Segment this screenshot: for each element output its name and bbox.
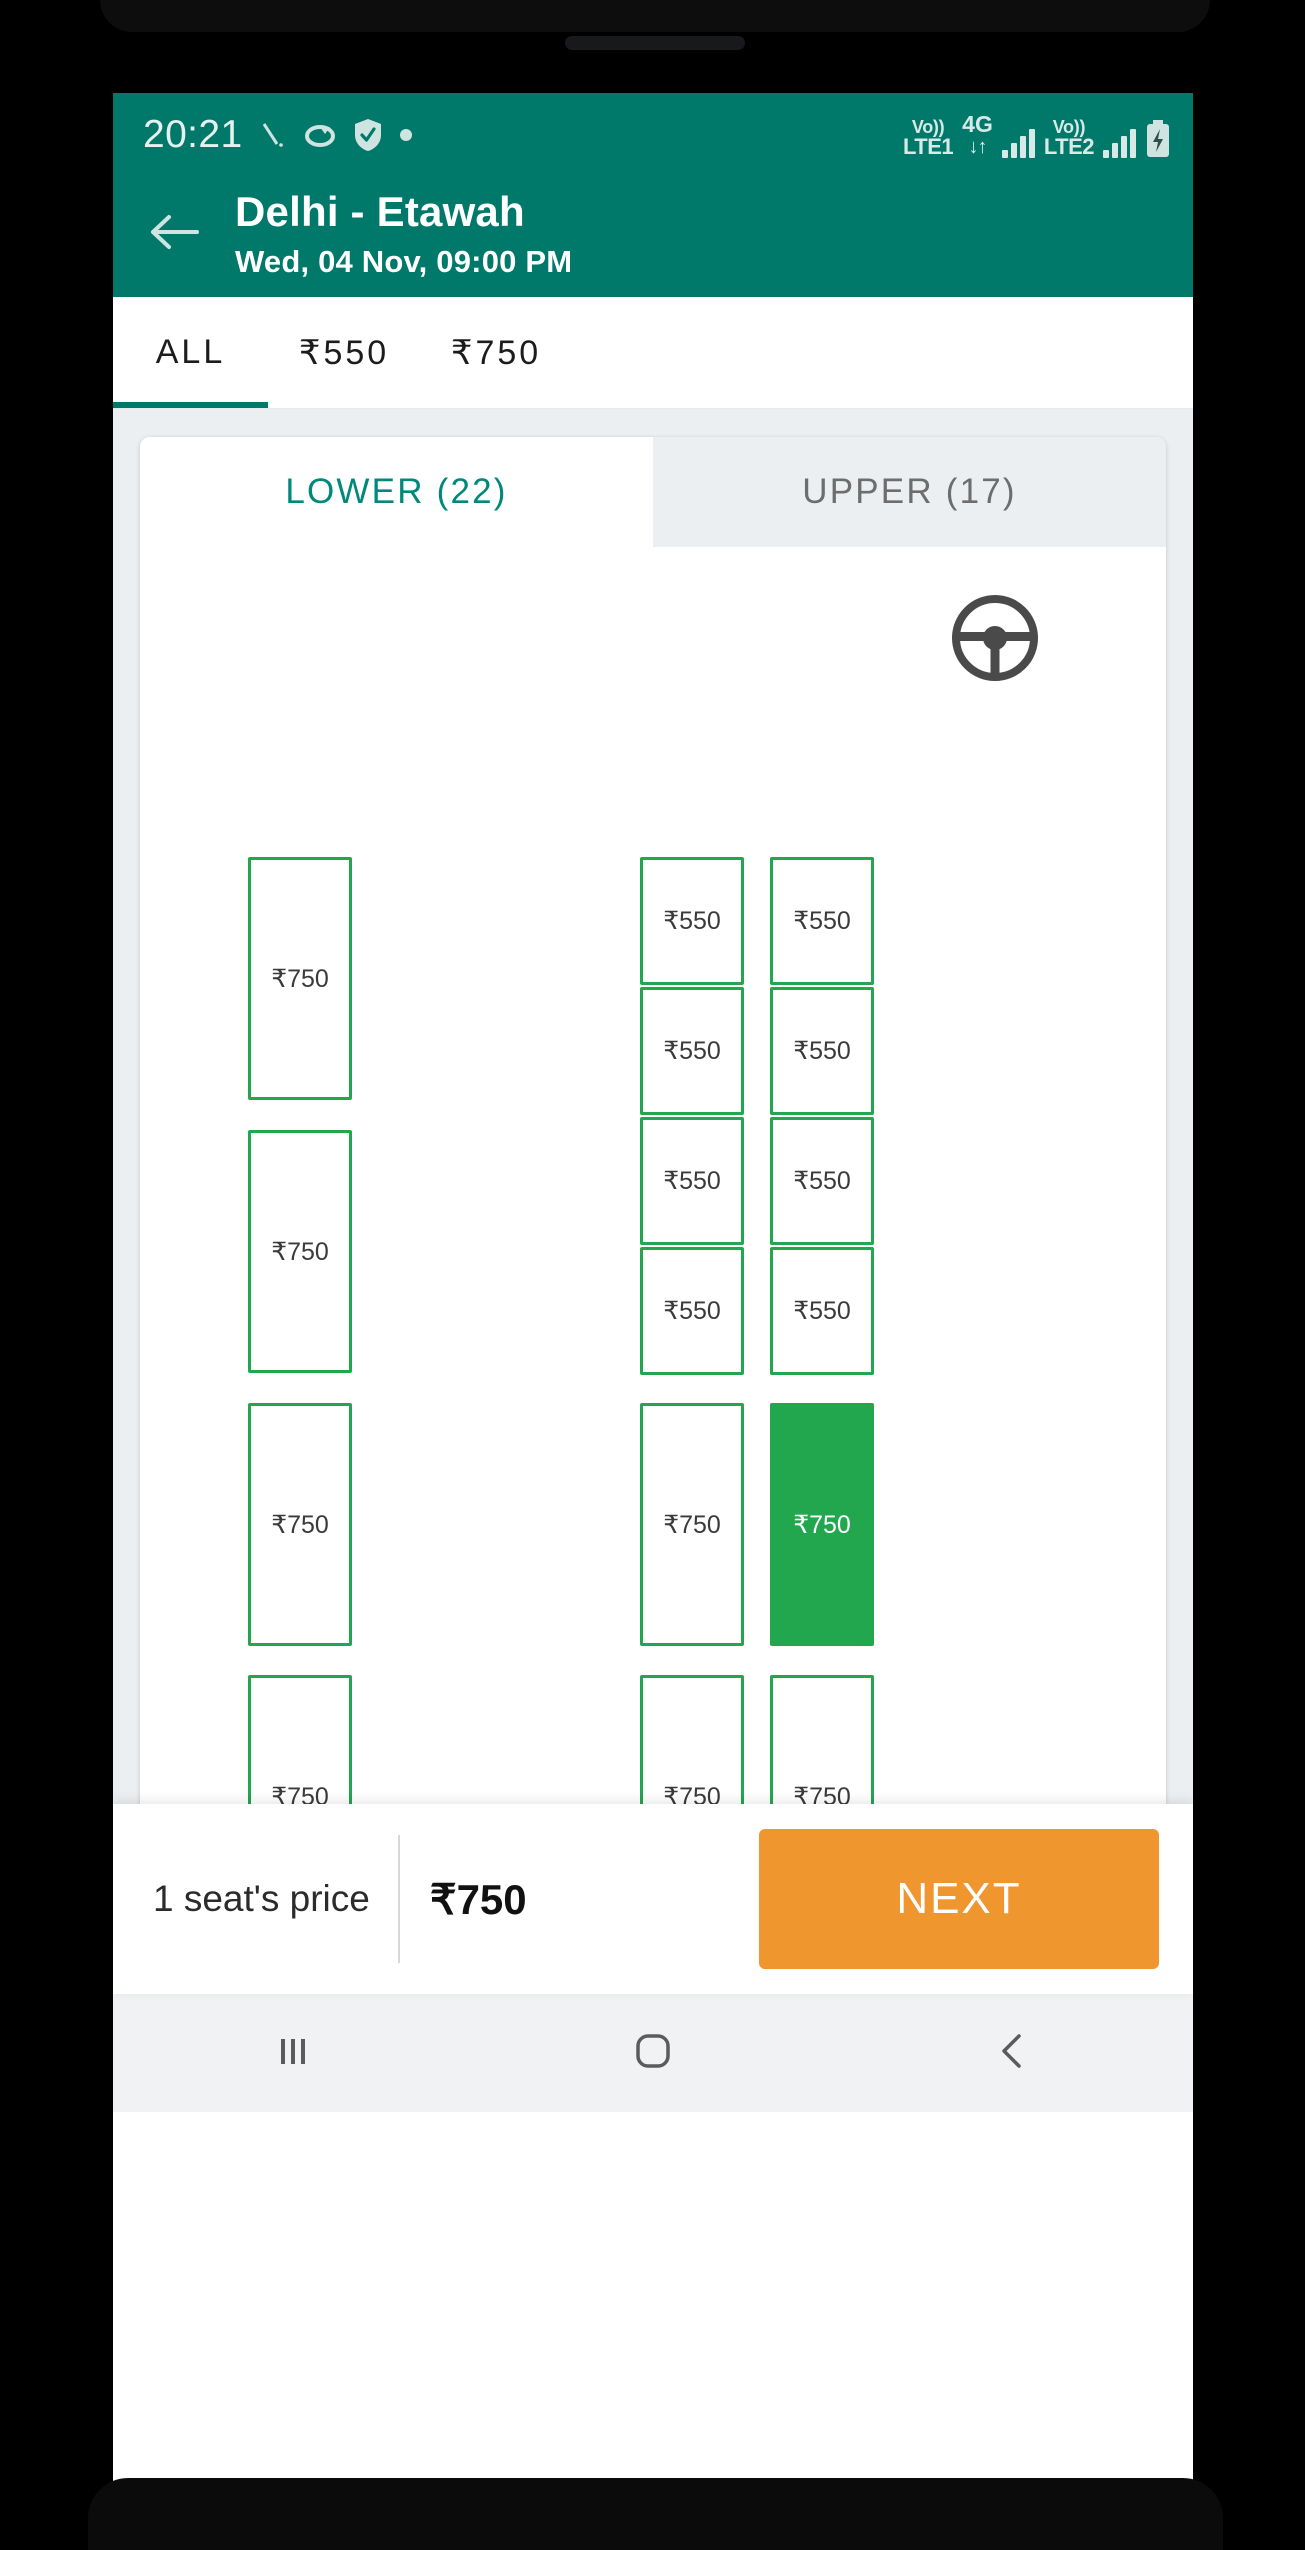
back-nav-button[interactable] [833,2029,1193,2078]
price-tab-550[interactable]: ₹550 [268,297,420,408]
seat[interactable]: ₹750 [770,1675,874,1804]
status-bar-left: 20:21 [143,113,413,157]
status-bar-right: Vo)) LTE1 4G ↓↑ Vo)) LTE2 [903,111,1171,159]
seat[interactable]: ₹550 [770,987,874,1115]
back-chevron-icon [993,2029,1033,2078]
back-button[interactable] [113,211,235,258]
deck-section: LOWER (22) UPPER (17) ₹750 ₹750 ₹750 ₹750 ₹5… [113,409,1193,1804]
deck-tabs: LOWER (22) UPPER (17) [140,437,1166,547]
android-nav-bar [113,1994,1193,2112]
seat[interactable]: ₹750 [248,1130,352,1373]
device-speaker-notch [565,36,745,50]
deck-tab-upper[interactable]: UPPER (17) [653,437,1166,547]
seat[interactable]: ₹750 [248,1403,352,1646]
app-screen: 20:21 Vo)) LTE1 4G ↓↑ Vo)) LTE2 Delhi - … [113,93,1193,2481]
home-circle-icon [631,2029,675,2078]
price-tab-all[interactable]: ALL [113,297,268,408]
recents-icon [273,2031,313,2076]
next-button[interactable]: NEXT [759,1829,1159,1969]
sim2-volte-icon: Vo)) LTE2 [1043,116,1095,159]
seat[interactable]: ₹550 [640,1247,744,1375]
home-button[interactable] [473,2029,833,2078]
seat[interactable]: ₹550 [640,857,744,985]
price-filter-tabs: ALL ₹550 ₹750 [113,297,1193,409]
fare-amount: ₹750 [429,1875,527,1923]
seat[interactable]: ₹750 [640,1675,744,1804]
pencil-slash-icon [260,120,286,150]
app-bar: Delhi - Etawah Wed, 04 Nov, 09:00 PM [113,177,1193,297]
device-bezel-bottom [88,2478,1223,2550]
page-title: Delhi - Etawah [235,188,525,235]
price-tab-750[interactable]: ₹750 [420,297,572,408]
seat[interactable]: ₹550 [770,1247,874,1375]
status-clock: 20:21 [143,113,243,156]
seat[interactable]: ₹550 [640,987,744,1115]
phone-device-frame: 20:21 Vo)) LTE1 4G ↓↑ Vo)) LTE2 Delhi - … [0,0,1305,2550]
deck-tab-lower[interactable]: LOWER (22) [140,437,653,547]
seat[interactable]: ₹750 [640,1403,744,1646]
device-bezel-top [100,0,1210,32]
app-bar-titles: Delhi - Etawah Wed, 04 Nov, 09:00 PM [235,188,572,280]
page-subtitle: Wed, 04 Nov, 09:00 PM [235,244,573,279]
sim2-signal-bars-icon [1103,128,1136,158]
fare-bar: 1 seat's price ₹750 NEXT [113,1804,1193,1994]
seat[interactable]: ₹750 [248,857,352,1100]
steering-wheel-icon [952,595,1038,686]
sim1-volte-icon: Vo)) LTE1 [903,116,954,159]
sim1-signal-bars-icon [1001,128,1035,158]
fare-divider [397,1835,400,1963]
dot-icon [399,128,413,142]
seat[interactable]: ₹550 [770,1117,874,1245]
fare-label: 1 seat's price [153,1878,370,1919]
seat[interactable]: ₹750 [770,1403,874,1646]
seat[interactable]: ₹550 [770,857,874,985]
battery-charging-icon [1145,119,1171,158]
seat[interactable]: ₹550 [640,1117,744,1245]
network-type-icon: 4G ↓↑ [962,111,993,158]
snapchat-icon [303,120,337,150]
seat[interactable]: ₹750 [248,1675,352,1804]
status-bar: 20:21 Vo)) LTE1 4G ↓↑ Vo)) LTE2 [113,93,1193,177]
arrow-left-icon [147,211,201,258]
recents-button[interactable] [113,2031,473,2076]
shield-check-icon [354,118,382,152]
seat-map: ₹750 ₹750 ₹750 ₹750 ₹550 ₹550 ₹550 ₹550 ₹550 ₹550… [140,547,1166,1804]
deck-card: LOWER (22) UPPER (17) ₹750 ₹750 ₹750 ₹750 ₹5… [140,437,1166,1804]
